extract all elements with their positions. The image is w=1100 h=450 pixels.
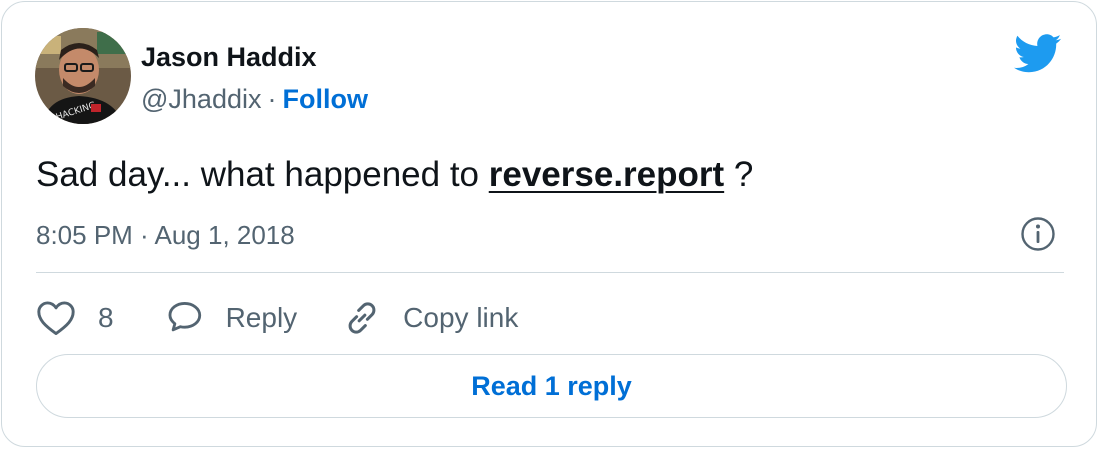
avatar-photo: HACKING [35,28,131,124]
divider [36,272,1064,273]
like-count: 8 [98,302,114,333]
follow-button[interactable]: Follow [282,84,367,114]
speech-bubble-icon [168,302,201,332]
tweet-text-before: Sad day... what happened to [36,155,489,194]
author-meta: @Jhaddix · Follow [141,82,368,116]
tweet-timestamp[interactable]: 8:05 PM · Aug 1, 2018 [36,218,295,252]
tweet-text-after: ? [724,155,754,194]
tweet-card: HACKING Jason Haddix @Jhaddix · Follow Sad… [1,1,1097,447]
read-replies-button[interactable]: Read 1 reply [36,354,1067,418]
meta-separator: · [267,84,277,114]
link-icon [348,302,376,334]
tweet-link[interactable]: reverse.report [489,155,724,194]
copy-link-button[interactable]: Copy link [343,298,518,338]
reply-label: Reply [225,302,298,333]
action-bar: 8 Reply Copy link [36,296,518,340]
like-button[interactable]: 8 [36,298,114,338]
author-handle[interactable]: @Jhaddix [141,84,261,114]
reply-button[interactable]: Reply [166,298,298,338]
avatar[interactable]: HACKING [35,28,131,124]
info-icon[interactable] [1020,216,1056,252]
tweet-text: Sad day... what happened to reverse.repo… [36,152,753,198]
twitter-bird-icon[interactable] [1014,34,1062,74]
copy-link-label: Copy link [403,302,519,333]
author-name[interactable]: Jason Haddix [141,40,317,74]
heart-icon [37,301,75,336]
